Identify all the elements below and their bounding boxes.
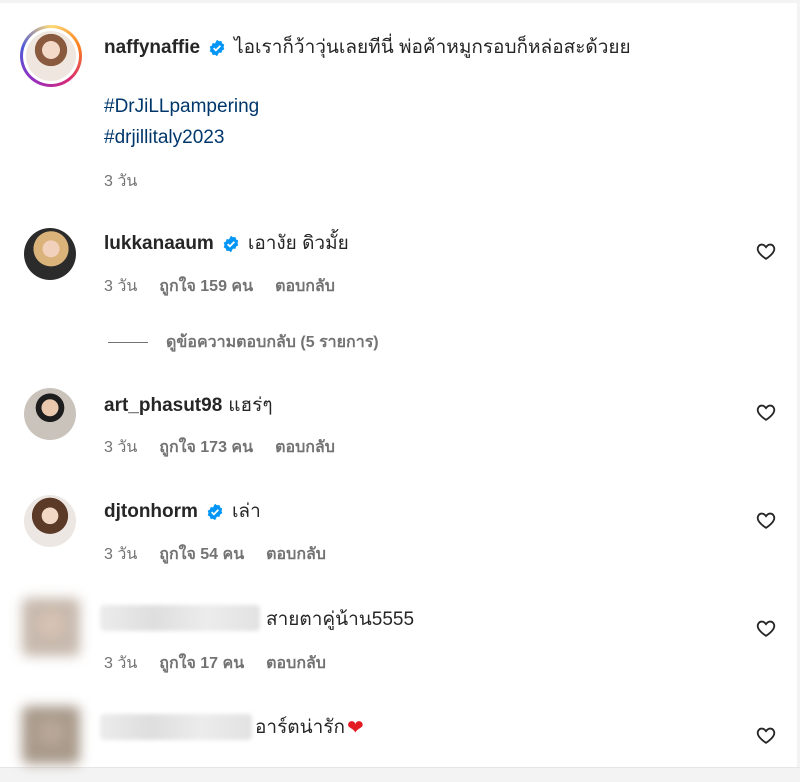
comment-meta: 3 วัน ถูกใจ 173 คน ตอบกลับ bbox=[104, 435, 335, 460]
view-replies-label[interactable]: ดูข้อความตอบกลับ (5 รายการ) bbox=[166, 330, 379, 355]
heart-outline-icon[interactable] bbox=[755, 724, 777, 746]
view-replies-button[interactable]: ดูข้อความตอบกลับ (5 รายการ) bbox=[108, 330, 379, 355]
comment-line: djtonhorm เล่า bbox=[104, 500, 261, 524]
post-author-avatar[interactable] bbox=[20, 25, 82, 87]
comment-meta: 3 วัน ถูกใจ 159 คน ตอบกลับ bbox=[104, 274, 335, 299]
comment-username[interactable]: art_phasut98 bbox=[104, 394, 222, 418]
reply-divider bbox=[108, 342, 148, 343]
red-heart-emoji: ❤ bbox=[347, 717, 364, 739]
hashtag-link[interactable]: #drjillitaly2023 bbox=[104, 127, 224, 149]
avatar[interactable] bbox=[22, 706, 80, 764]
comment-text: สายตาคู่น้าน5555 bbox=[266, 609, 415, 630]
reply-button[interactable]: ตอบกลับ bbox=[266, 651, 326, 676]
comment-time[interactable]: 3 วัน bbox=[104, 542, 137, 567]
comment-time[interactable]: 3 วัน bbox=[104, 651, 137, 676]
blurred-username bbox=[100, 714, 252, 740]
avatar[interactable] bbox=[24, 228, 76, 280]
comment-username[interactable]: djtonhorm bbox=[104, 500, 198, 524]
avatar[interactable] bbox=[24, 388, 76, 440]
heart-outline-icon[interactable] bbox=[755, 509, 777, 531]
reply-button[interactable]: ตอบกลับ bbox=[275, 435, 335, 460]
window-bottom-border bbox=[0, 767, 800, 782]
comment-text: เล่า bbox=[231, 501, 261, 522]
comment-text: เอางัย ดิวมั้ย bbox=[247, 233, 349, 254]
heart-outline-icon[interactable] bbox=[755, 617, 777, 639]
heart-outline-icon[interactable] bbox=[755, 240, 777, 262]
comment-meta: 3 วัน ถูกใจ 54 คน ตอบกลับ bbox=[104, 542, 326, 567]
post-caption-text: ไอเราก็ว้าวุ่นเลยทีนี่ พ่อค้าหมูกรอบก็หล… bbox=[234, 37, 631, 58]
blurred-username bbox=[100, 605, 260, 631]
comment-likes[interactable]: ถูกใจ 17 คน bbox=[159, 651, 244, 676]
avatar[interactable] bbox=[24, 495, 76, 547]
post-author-username[interactable]: naffynaffie bbox=[104, 36, 200, 60]
post-meta: 3 วัน bbox=[104, 169, 137, 194]
comment-line: lukkanaaum เอางัย ดิวมั้ย bbox=[104, 232, 349, 256]
post-caption-line: naffynaffie ไอเราก็ว้าวุ่นเลยทีนี่ พ่อค้… bbox=[104, 36, 631, 60]
verified-badge-icon bbox=[223, 235, 239, 253]
comment-likes[interactable]: ถูกใจ 54 คน bbox=[159, 542, 244, 567]
avatar[interactable] bbox=[22, 598, 80, 656]
comment-meta: 3 วัน ถูกใจ 17 คน ตอบกลับ bbox=[104, 651, 326, 676]
comment-likes[interactable]: ถูกใจ 173 คน bbox=[159, 435, 253, 460]
post-time[interactable]: 3 วัน bbox=[104, 169, 137, 194]
comment-line: สายตาคู่น้าน5555 bbox=[266, 608, 414, 632]
verified-badge-icon bbox=[207, 503, 223, 521]
reply-button[interactable]: ตอบกลับ bbox=[266, 542, 326, 567]
comment-line: art_phasut98 แฮร่ๆ bbox=[104, 394, 273, 418]
comment-text: อาร์ตน่ารัก bbox=[255, 717, 345, 738]
comment-text: แฮร่ๆ bbox=[228, 395, 273, 416]
window-top-border bbox=[0, 0, 800, 3]
comment-line: อาร์ตน่ารัก ❤ bbox=[255, 716, 364, 740]
comment-likes[interactable]: ถูกใจ 159 คน bbox=[159, 274, 253, 299]
comment-username[interactable]: lukkanaaum bbox=[104, 232, 214, 256]
reply-button[interactable]: ตอบกลับ bbox=[275, 274, 335, 299]
hashtag-link[interactable]: #DrJiLLpampering bbox=[104, 96, 259, 118]
comment-time[interactable]: 3 วัน bbox=[104, 435, 137, 460]
verified-badge-icon bbox=[209, 39, 225, 57]
comment-time[interactable]: 3 วัน bbox=[104, 274, 137, 299]
heart-outline-icon[interactable] bbox=[755, 401, 777, 423]
